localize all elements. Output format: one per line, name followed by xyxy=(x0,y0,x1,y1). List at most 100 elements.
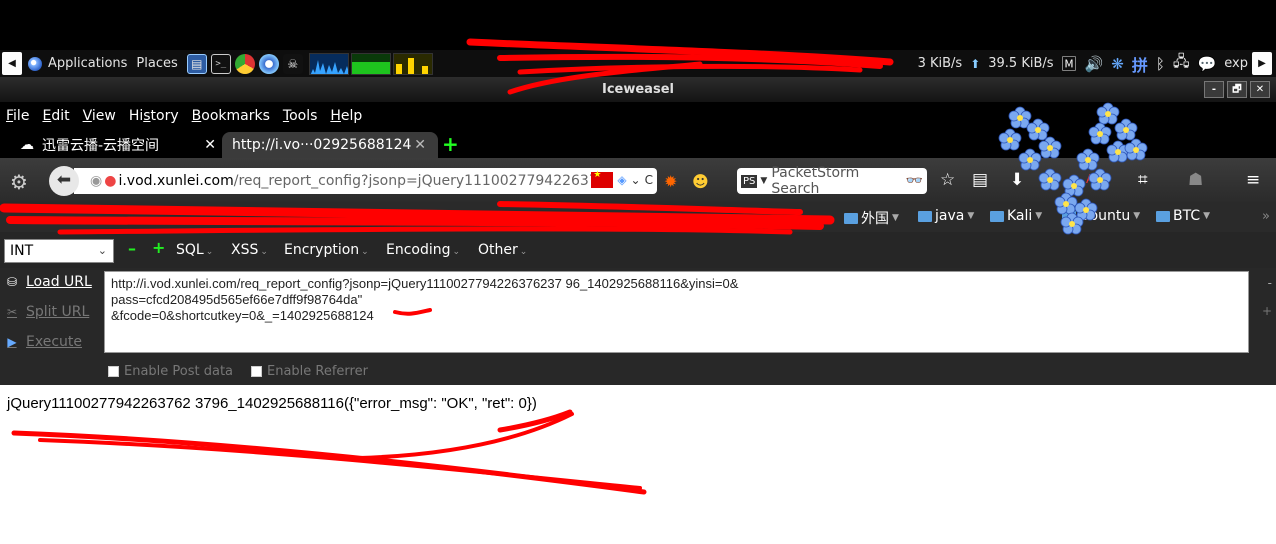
hacker-icon[interactable]: ☠ xyxy=(282,53,303,74)
menu-file[interactable]: File xyxy=(6,108,29,124)
search-input[interactable]: PacketStorm Search xyxy=(771,165,905,197)
menu-edit[interactable]: Edit xyxy=(42,108,69,124)
ghostery-icon[interactable]: ☗ xyxy=(1188,170,1203,190)
input-method-indicator[interactable]: 拼 xyxy=(1132,52,1148,76)
url-line: http://i.vod.xunlei.com/req_report_confi… xyxy=(111,276,739,291)
menu-history[interactable]: History xyxy=(129,108,179,124)
mail-icon[interactable]: 🄼 xyxy=(1062,53,1077,74)
chrome-icon[interactable] xyxy=(234,53,255,74)
increase-button[interactable]: + xyxy=(152,238,165,257)
home-icon[interactable]: ⌂ xyxy=(1046,170,1057,190)
encryption-menu[interactable]: Encryption ⌄ xyxy=(284,242,369,258)
user-menu[interactable]: exp xyxy=(1224,56,1248,71)
close-tab-icon[interactable]: ✕ xyxy=(204,137,216,153)
bookmark-folder[interactable]: java ▼ xyxy=(918,208,974,224)
url-textarea[interactable]: http://i.vod.xunlei.com/req_report_confi… xyxy=(104,271,1249,353)
load-url-icon: ⛁ xyxy=(6,275,18,289)
bookmark-folder[interactable]: 外国 ▼ xyxy=(844,208,899,228)
debian-icon xyxy=(28,56,42,71)
dropdown-history-icon[interactable]: ⌄ xyxy=(631,173,641,187)
encoding-menu[interactable]: Encoding ⌄ xyxy=(386,242,460,258)
enable-post-data-checkbox[interactable]: Enable Post data xyxy=(108,364,233,379)
back-button[interactable]: ⬅ xyxy=(49,166,79,196)
url-host: i.vod.xunlei.com xyxy=(118,173,234,189)
hackbar-panel: ⛁ Load URL ✂ Split URL ▶ Execute http://i.v… xyxy=(0,268,1276,385)
execute-button[interactable]: ▶ Execute xyxy=(4,334,82,350)
close-window-button[interactable]: ✕ xyxy=(1250,81,1270,98)
bookmarks-overflow-icon[interactable]: » xyxy=(1262,209,1270,224)
minimize-button[interactable]: - xyxy=(1204,81,1224,98)
terminal-icon[interactable]: >_ xyxy=(210,53,231,74)
window-titlebar: Iceweasel - 🗗 ✕ xyxy=(0,77,1276,102)
applications-menu[interactable]: Applications xyxy=(48,56,127,71)
cloud-icon: ☁ xyxy=(20,137,34,153)
panel-scroll-left-button[interactable]: ◀ xyxy=(2,52,22,75)
chevron-down-icon[interactable]: ▼ xyxy=(760,176,767,186)
iceweasel-icon[interactable] xyxy=(258,53,279,74)
scissors-icon: ✂ xyxy=(6,305,18,319)
shield-icon[interactable]: ◈ xyxy=(617,173,626,187)
jsonp-response: jQuery11100277942263762 3796_14029256881… xyxy=(7,395,537,412)
close-tab-icon[interactable]: ✕ xyxy=(414,137,426,153)
folder-icon xyxy=(1156,210,1170,222)
bookmark-folder[interactable]: BTC ▼ xyxy=(1156,208,1210,224)
expand-icon[interactable]: + xyxy=(1262,304,1272,318)
network-manager-icon[interactable]: ❋ xyxy=(1111,55,1124,73)
panel-scroll-right-button[interactable]: ▶ xyxy=(1252,52,1272,75)
menu-tools[interactable]: Tools xyxy=(283,108,318,124)
decrease-button[interactable]: – xyxy=(128,239,136,258)
page-content: jQuery11100277942263762 3796_14029256881… xyxy=(0,385,1276,544)
file-manager-icon[interactable]: ▤ xyxy=(186,53,207,74)
enable-referrer-checkbox[interactable]: Enable Referrer xyxy=(251,364,368,379)
restore-button[interactable]: 🗗 xyxy=(1227,81,1247,98)
folder-icon xyxy=(990,210,1004,222)
play-icon: ▶ xyxy=(7,335,17,349)
greasemonkey-icon[interactable]: ☻ xyxy=(692,172,709,191)
bookmark-folder[interactable]: Ubuntu ▼ xyxy=(1062,208,1140,224)
reload-icon[interactable]: C xyxy=(645,173,653,187)
tab-title: 迅雷云播-云播空间 xyxy=(42,138,160,154)
menu-help[interactable]: Help xyxy=(330,108,362,124)
bookmarks-list-icon[interactable]: ▤ xyxy=(972,170,988,190)
bookmark-folder[interactable]: Kali ▼ xyxy=(990,208,1042,224)
net-speed-up: 39.5 KiB/s xyxy=(988,56,1054,71)
tab-xunlei[interactable]: ☁ 迅雷云播-云播空间 ✕ xyxy=(20,132,220,158)
tab-title: http://i.vo···02925688124 xyxy=(232,137,412,153)
download-icon[interactable]: ⬇ xyxy=(1010,170,1024,190)
packetstorm-icon: PS xyxy=(741,174,758,188)
volume-icon[interactable]: 🔊 xyxy=(1085,55,1104,73)
menu-hamburger-icon[interactable]: ≡ xyxy=(1246,170,1260,190)
collapse-icon[interactable]: - xyxy=(1268,276,1272,290)
adblock-icon[interactable]: ABP xyxy=(1086,172,1110,186)
firebug-icon[interactable]: ✹ xyxy=(664,172,677,191)
window-title: Iceweasel xyxy=(602,82,674,97)
bookmark-star-icon[interactable]: ☆ xyxy=(940,170,955,190)
split-url-button[interactable]: ✂ Split URL xyxy=(4,304,89,320)
binoculars-icon[interactable]: 👓 xyxy=(906,173,923,189)
menubar: File Edit View History Bookmarks Tools H… xyxy=(0,103,1276,129)
menu-view[interactable]: View xyxy=(83,108,116,124)
folder-icon xyxy=(844,212,858,224)
crop-icon[interactable]: ⌗ xyxy=(1138,170,1148,190)
new-tab-button[interactable]: + xyxy=(442,132,459,156)
places-menu[interactable]: Places xyxy=(136,56,177,71)
upload-arrow-icon: ⬆ xyxy=(970,56,981,71)
gear-icon[interactable]: ⚙ xyxy=(10,170,28,194)
bookmarks-toolbar: 外国 ▼ java ▼ Kali ▼ Ubuntu ▼ BTC ▼ » xyxy=(0,202,1276,232)
search-bar[interactable]: PS ▼ PacketStorm Search 👓 xyxy=(737,165,927,197)
chat-icon[interactable]: 💬 xyxy=(1198,55,1217,73)
bluetooth-icon[interactable]: ᛒ xyxy=(1156,55,1165,73)
load-url-button[interactable]: ⛁ Load URL xyxy=(4,274,92,290)
menu-bookmarks[interactable]: Bookmarks xyxy=(192,108,270,124)
tab-current[interactable]: http://i.vo···02925688124 ✕ xyxy=(222,132,438,158)
chevron-down-icon: ⌄ xyxy=(97,244,107,257)
disk-monitor-graph xyxy=(392,52,433,75)
sql-menu[interactable]: SQL ⌄ xyxy=(176,242,213,258)
xss-menu[interactable]: XSS ⌄ xyxy=(231,242,268,258)
int-select[interactable]: INT ⌄ xyxy=(4,239,114,263)
site-identity-icon: ● xyxy=(104,173,117,189)
url-bar[interactable]: ◉ ● i.vod.xunlei.com/req_report_config?j… xyxy=(74,168,657,194)
network-icon[interactable]: 🖧 xyxy=(1173,51,1190,76)
globe-icon: ◉ xyxy=(90,173,103,189)
other-menu[interactable]: Other ⌄ xyxy=(478,242,527,258)
